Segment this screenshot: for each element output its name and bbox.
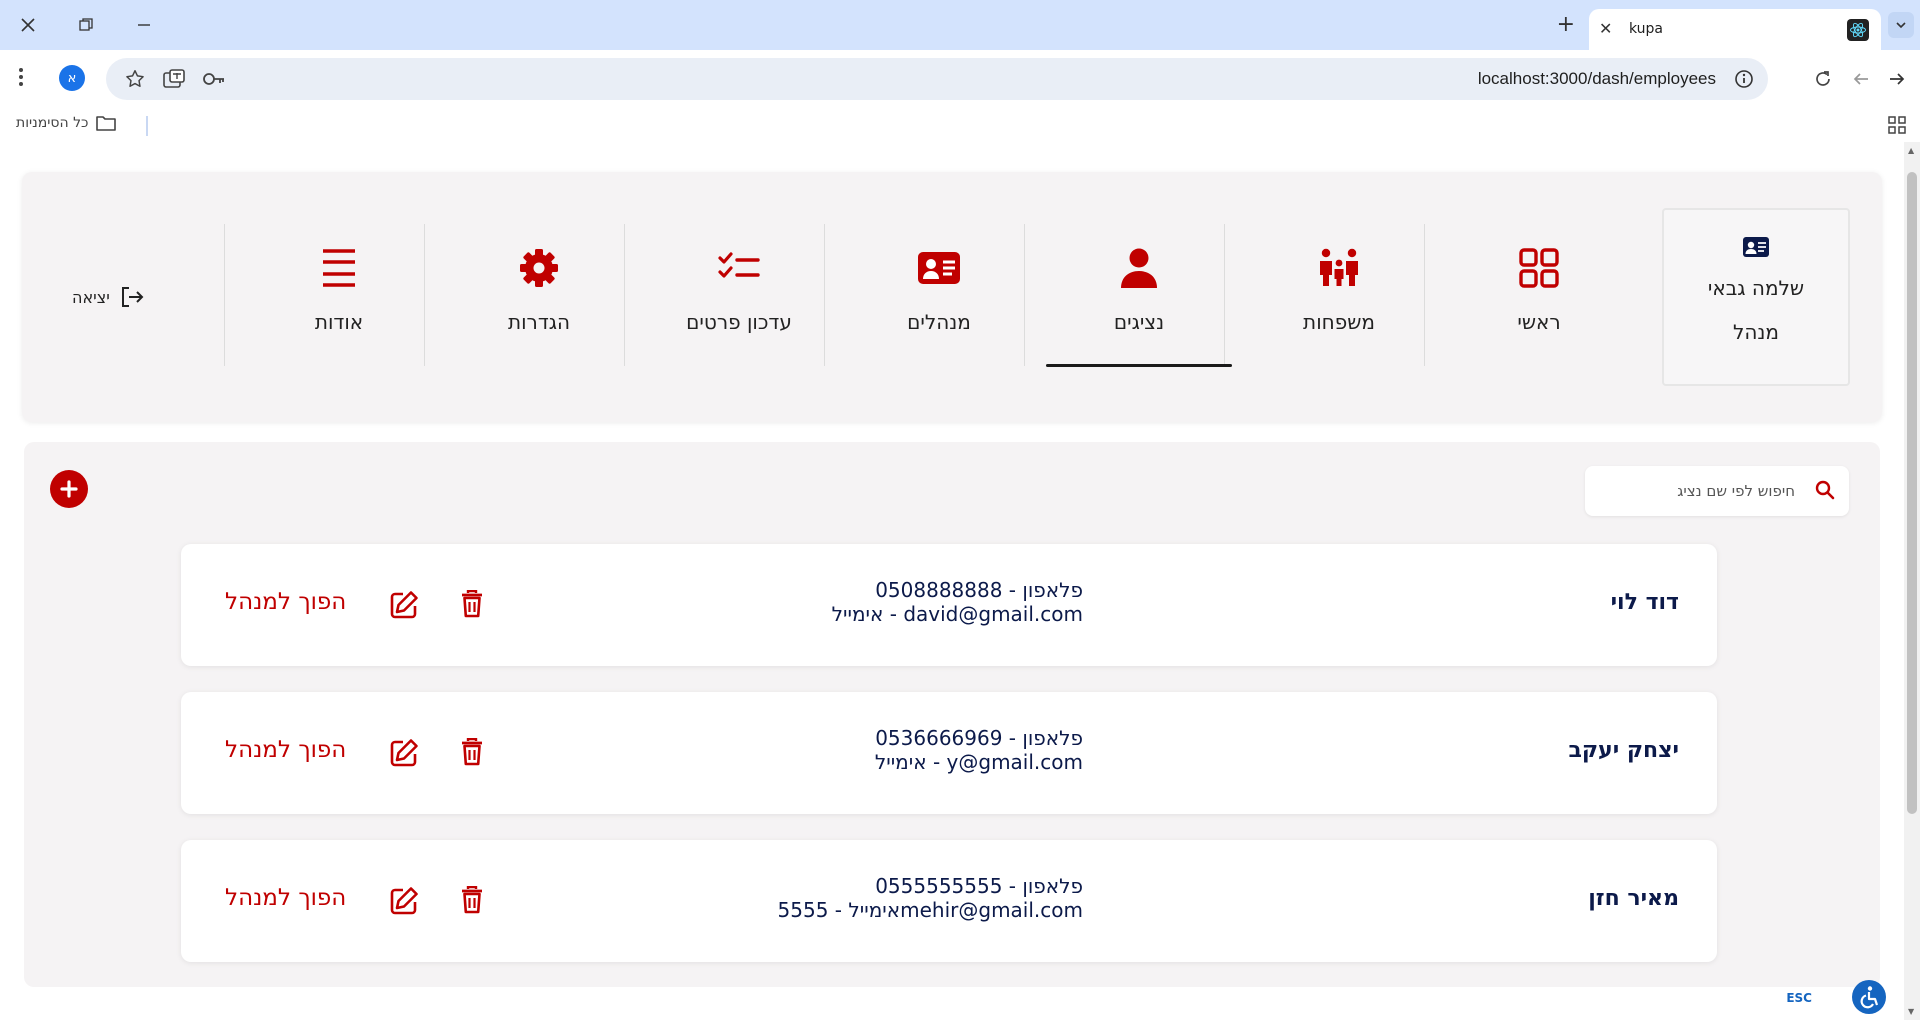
employee-card: דוד לוי פלאפון - 0508888888 אימייל - dav… — [181, 544, 1717, 666]
tab-close-icon[interactable]: ✕ — [1599, 19, 1612, 38]
translate-icon[interactable] — [162, 68, 186, 94]
folder-icon — [96, 116, 117, 131]
employee-phone: פלאפון - 0555555555 — [875, 874, 1083, 898]
employee-card: יצחק יעקב פלאפון - 0536666969 אימייל - y… — [181, 692, 1717, 814]
nav-item-settings[interactable]: הגדרות — [441, 224, 637, 366]
page-content: שלמה גבאי מנהל ראשי משפחות נציגים מנהלים… — [0, 142, 1904, 1020]
active-tab-underline — [1046, 364, 1232, 367]
apps-grid-icon[interactable] — [1888, 116, 1906, 138]
chevron-down-icon — [1896, 22, 1906, 29]
employee-email: אימייל - david@gmail.com — [831, 602, 1083, 626]
esc-label: ESC — [1786, 991, 1812, 1005]
window-restore-icon[interactable] — [66, 8, 106, 42]
window-close-icon[interactable] — [8, 8, 48, 42]
user-id-card-icon — [1664, 236, 1848, 262]
plus-icon — [60, 480, 78, 498]
grid-icon — [1518, 246, 1560, 290]
main-navbar: שלמה גבאי מנהל ראשי משפחות נציגים מנהלים… — [22, 172, 1882, 422]
page-scrollbar[interactable]: ▲ ▼ — [1904, 142, 1920, 1020]
scroll-up-arrow-icon[interactable]: ▲ — [1908, 146, 1914, 155]
nav-item-label: משפחות — [1303, 310, 1375, 334]
checklist-icon — [718, 246, 760, 290]
logout-button[interactable]: יציאה — [72, 286, 144, 308]
search-icon[interactable] — [1815, 480, 1835, 504]
tab-search-button[interactable] — [1888, 12, 1914, 38]
employee-contact: פלאפון - 0508888888 אימייל - david@gmail… — [832, 578, 1083, 626]
all-bookmarks-button[interactable]: כל הסימניות — [16, 115, 117, 131]
representatives-panel: דוד לוי פלאפון - 0508888888 אימייל - dav… — [24, 442, 1880, 987]
bookmarks-bar: כל הסימניות — [0, 108, 1920, 142]
nav-item-label: מנהלים — [907, 310, 971, 334]
tab-title: kupa — [1629, 21, 1664, 37]
react-favicon-icon — [1847, 19, 1869, 41]
promote-to-manager-button[interactable]: הפוך למנהל — [225, 737, 346, 763]
delete-trash-icon[interactable] — [461, 885, 483, 918]
employee-contact: פלאפון - 0536666969 אימייל - y@gmail.com — [875, 726, 1083, 774]
browser-toolbar: א localhost:3000/dash/employees — [0, 50, 1920, 108]
employee-contact: פלאפון - 0555555555 אימייל - 5555mehir@g… — [778, 874, 1083, 922]
employee-card: מאיר חזן פלאפון - 0555555555 אימייל - 55… — [181, 840, 1717, 962]
logout-label: יציאה — [72, 287, 110, 307]
edit-pencil-icon[interactable] — [389, 590, 419, 624]
search-input[interactable] — [1595, 478, 1795, 504]
site-info-icon[interactable] — [1734, 69, 1754, 93]
employee-name: יצחק יעקב — [1568, 738, 1679, 763]
nav-item-families[interactable]: משפחות — [1241, 224, 1437, 366]
bookmarks-divider — [146, 116, 148, 136]
nav-item-home[interactable]: ראשי — [1441, 224, 1637, 366]
nav-item-representatives[interactable]: נציגים — [1041, 224, 1237, 366]
wheelchair-icon — [1860, 986, 1879, 1009]
employee-email: אימייל - 5555mehir@gmail.com — [777, 898, 1083, 922]
all-bookmarks-label: כל הסימניות — [16, 115, 89, 131]
search-box — [1585, 466, 1849, 516]
browser-tab[interactable]: ✕ kupa — [1589, 9, 1881, 50]
nav-item-label: הגדרות — [507, 310, 571, 334]
accessibility-button[interactable] — [1852, 980, 1886, 1014]
edit-pencil-icon[interactable] — [389, 886, 419, 920]
browser-titlebar: + ✕ kupa — [0, 0, 1920, 50]
employee-phone: פלאפון - 0508888888 — [875, 578, 1083, 602]
profile-avatar[interactable]: א — [59, 65, 85, 91]
scrollbar-thumb[interactable] — [1907, 172, 1917, 814]
back-arrow-icon[interactable] — [1846, 64, 1876, 94]
nav-item-managers[interactable]: מנהלים — [841, 224, 1037, 366]
nav-divider — [224, 224, 225, 366]
user-name: שלמה גבאי — [1707, 276, 1805, 300]
reload-icon[interactable] — [1808, 64, 1838, 94]
browser-menu-icon[interactable] — [18, 66, 24, 92]
delete-trash-icon[interactable] — [461, 589, 483, 622]
forward-arrow-icon[interactable] — [1882, 64, 1912, 94]
employee-phone: פלאפון - 0536666969 — [875, 726, 1083, 750]
employee-name: דוד לוי — [1610, 590, 1679, 615]
nav-item-label: אודות — [314, 310, 364, 334]
add-representative-button[interactable] — [50, 470, 88, 508]
scroll-down-arrow-icon[interactable]: ▼ — [1908, 1007, 1914, 1016]
family-icon — [1318, 246, 1360, 290]
url-text: localhost:3000/dash/employees — [1477, 69, 1716, 88]
logout-icon — [121, 287, 144, 307]
nav-item-label: ראשי — [1517, 310, 1561, 334]
promote-to-manager-button[interactable]: הפוך למנהל — [225, 589, 346, 615]
user-role: מנהל — [1732, 320, 1780, 344]
menu-lines-icon — [321, 246, 357, 290]
nav-item-label: עדכון פרטים — [686, 310, 792, 334]
delete-trash-icon[interactable] — [461, 737, 483, 770]
window-minimize-icon[interactable] — [124, 8, 164, 42]
bookmark-star-icon[interactable] — [124, 68, 146, 94]
user-card: שלמה גבאי מנהל — [1662, 208, 1850, 386]
address-bar[interactable]: localhost:3000/dash/employees — [106, 58, 1768, 100]
edit-pencil-icon[interactable] — [389, 738, 419, 772]
new-tab-button[interactable]: + — [1557, 12, 1575, 37]
id-card-icon — [917, 246, 961, 290]
promote-to-manager-button[interactable]: הפוך למנהל — [225, 885, 346, 911]
person-icon — [1120, 246, 1158, 290]
employee-name: מאיר חזן — [1588, 886, 1679, 911]
employee-email: אימייל - y@gmail.com — [874, 750, 1083, 774]
gear-icon — [519, 246, 559, 290]
nav-item-update-details[interactable]: עדכון פרטים — [641, 224, 837, 366]
nav-item-label: נציגים — [1113, 310, 1165, 334]
password-key-icon[interactable] — [202, 68, 226, 94]
nav-item-about[interactable]: אודות — [241, 224, 437, 366]
